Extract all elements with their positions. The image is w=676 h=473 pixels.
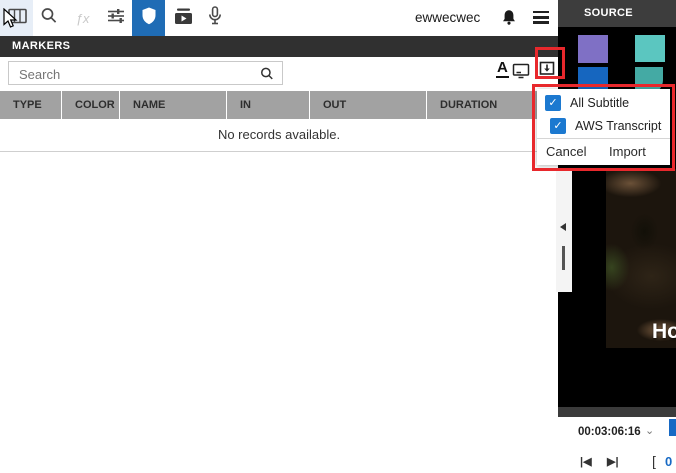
column-header-out[interactable]: OUT: [310, 91, 427, 119]
notifications-bell-icon[interactable]: [498, 6, 520, 30]
screen-minus-icon[interactable]: [512, 62, 530, 80]
timecode-mode-button[interactable]: [669, 419, 676, 436]
no-records-message: No records available.: [0, 119, 558, 152]
option-label: AWS Transcript: [575, 119, 661, 133]
app-window: ƒx: [0, 0, 676, 473]
splitter-collapse-icon[interactable]: [560, 223, 566, 231]
preview-graphic-purple: [578, 35, 608, 63]
account-name[interactable]: ewwecwec: [415, 10, 480, 25]
splitter-grip-handle[interactable]: [562, 246, 565, 270]
top-toolbar: ƒx: [0, 0, 558, 36]
checkbox-all-subtitle[interactable]: ✓: [545, 95, 561, 111]
mark-in-timecode: 0: [665, 454, 672, 469]
panel-splitter[interactable]: [556, 170, 572, 292]
column-header-type[interactable]: TYPE: [0, 91, 62, 119]
markers-panel-title: MARKERS: [0, 36, 558, 57]
next-frame-button[interactable]: ▶|: [607, 455, 619, 468]
search-icon: [37, 4, 61, 33]
import-dropdown: ✓ All Subtitle ✓ AWS Transcript Cancel I…: [537, 89, 670, 165]
option-label: All Subtitle: [570, 96, 629, 110]
markers-shield-button[interactable]: [132, 0, 165, 36]
dropdown-divider: [537, 138, 670, 139]
preview-timeline-bar[interactable]: [558, 407, 676, 417]
text-format-icon[interactable]: A: [496, 60, 509, 78]
current-timecode[interactable]: 00:03:06:16: [578, 426, 641, 438]
import-markers-icon[interactable]: [538, 59, 556, 77]
markers-table-header: TYPE COLOR NAME IN OUT DURATION: [0, 91, 558, 119]
microphone-icon: [203, 4, 227, 33]
mark-in-icon[interactable]: [: [652, 453, 656, 469]
effects-icon: ƒx: [76, 11, 90, 26]
search-input-icon[interactable]: [258, 65, 276, 83]
checkbox-aws-transcript[interactable]: ✓: [550, 118, 566, 134]
mouse-cursor: [2, 8, 18, 34]
dropdown-option-aws-transcript[interactable]: ✓ AWS Transcript: [550, 118, 661, 134]
microphone-button[interactable]: [198, 0, 231, 36]
preview-graphic-teal: [635, 35, 665, 62]
menu-hamburger-icon[interactable]: [533, 11, 549, 25]
shield-icon: [137, 4, 161, 33]
sliders-icon: [104, 4, 128, 33]
cancel-button[interactable]: Cancel: [546, 144, 586, 159]
column-header-in[interactable]: IN: [227, 91, 310, 119]
effects-button[interactable]: ƒx: [66, 0, 99, 36]
source-preview-title: SOURCE PREVIEW: [558, 0, 676, 27]
settings-sliders-button[interactable]: [99, 0, 132, 36]
video-library-icon: [171, 4, 195, 33]
video-subtitle-text: Ho: [652, 320, 676, 344]
dropdown-option-all-subtitle[interactable]: ✓ All Subtitle: [545, 95, 629, 111]
search-box: [8, 61, 283, 85]
video-frame[interactable]: Ho: [606, 169, 676, 348]
timecode-chevron-icon[interactable]: ⌄: [645, 424, 654, 437]
search-button[interactable]: [32, 0, 65, 36]
column-header-name[interactable]: NAME: [120, 91, 227, 119]
prev-frame-button[interactable]: |◀: [580, 455, 592, 468]
column-header-color[interactable]: COLOR: [62, 91, 120, 119]
video-library-button[interactable]: [166, 0, 199, 36]
search-input[interactable]: [17, 63, 251, 85]
import-button[interactable]: Import: [609, 144, 646, 159]
